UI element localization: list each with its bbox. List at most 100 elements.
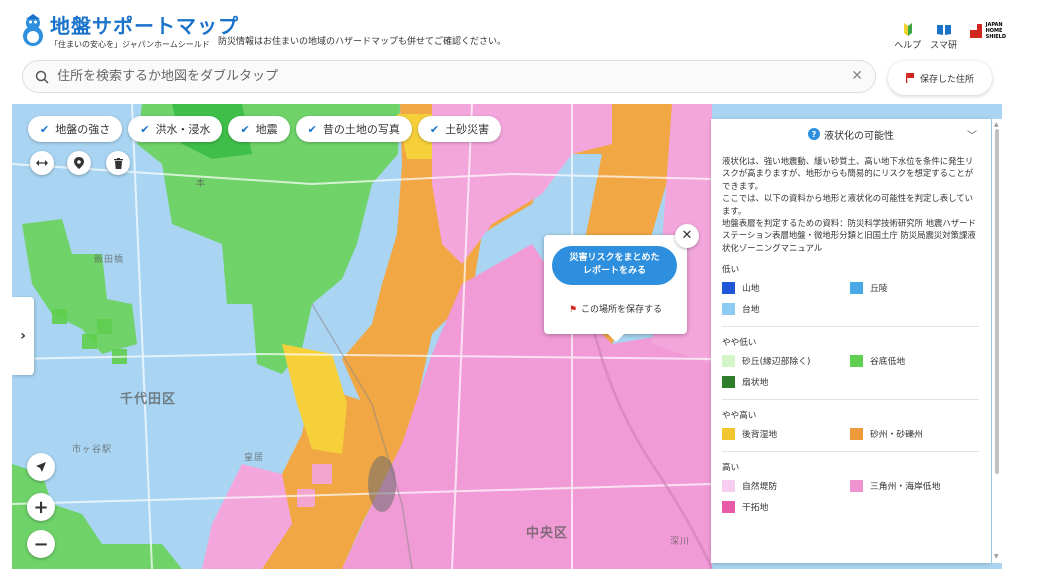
legend-swatch: [850, 354, 863, 367]
legend-scrollbar[interactable]: ▲ ▼: [992, 119, 1002, 563]
legend-item: 扇状地: [722, 375, 850, 388]
search-input[interactable]: [57, 69, 837, 84]
map-label-hon: 本: [196, 179, 207, 189]
legend-header[interactable]: ? 液状化の可能性 ﹀: [711, 119, 991, 149]
book-icon: [936, 22, 951, 36]
search-icon: [35, 70, 49, 84]
legend-swatch: [722, 302, 735, 315]
help-button[interactable]: ヘルプ: [894, 22, 922, 51]
app-title: 地盤サポートマップ: [50, 14, 239, 38]
mascot-icon: [20, 14, 46, 48]
legend-item: 谷底低地: [850, 354, 978, 367]
check-icon: ✔: [429, 122, 440, 136]
legend-item-label: 三角州・海岸低地: [870, 482, 941, 493]
chip-ground-strength[interactable]: ✔ 地盤の強さ: [28, 116, 123, 142]
legend-swatch: [722, 281, 735, 294]
legend-swatch: [722, 427, 735, 440]
help-label: ヘルプ: [894, 41, 922, 51]
legend-item-label: 山地: [742, 284, 760, 295]
legend-item-label: 後背湿地: [742, 430, 778, 441]
legend-item-label: 扇状地: [742, 378, 769, 389]
legend-group-title: 低い: [722, 265, 740, 276]
legend-item: 台地: [722, 302, 850, 315]
zoom-in-button[interactable]: +: [27, 493, 55, 521]
legend-item: 干拓地: [722, 500, 850, 513]
legend-group: 低い 山地 丘陵台地: [711, 263, 991, 328]
trash-icon: [113, 157, 123, 169]
popup-close-icon[interactable]: ✕: [675, 224, 699, 248]
check-icon: ✔: [240, 122, 250, 136]
measure-arrows-icon: [36, 160, 48, 166]
legend-description: 液状化は、強い地震動、緩い砂質土、高い地下水位を条件に発生リスクが高まりますが、…: [722, 156, 976, 253]
legend-group: やや低い砂丘(縁辺部除く) 谷底低地扇状地: [711, 336, 991, 401]
scroll-down-icon[interactable]: ▼: [994, 553, 999, 560]
jhs-logo[interactable]: JAPAN HOME SHIELD: [969, 22, 1006, 40]
sidebar-toggle-chevron-icon[interactable]: ›: [12, 297, 34, 375]
chip-flood[interactable]: ✔ 洪水・浸水: [128, 116, 223, 142]
zoom-out-button[interactable]: −: [27, 530, 55, 558]
measure-button[interactable]: [30, 151, 54, 175]
legend-swatch: [850, 479, 863, 492]
scroll-thumb[interactable]: [995, 129, 999, 474]
legend-swatch: [850, 427, 863, 440]
legend-item-label: 谷底低地: [870, 357, 906, 368]
legend-item: 丘陵: [850, 281, 978, 294]
search-bar[interactable]: ✕: [22, 60, 876, 93]
legend-title: 液状化の可能性: [824, 130, 894, 142]
question-icon: ?: [808, 128, 820, 140]
legend-item-label: 砂丘(縁辺部除く): [742, 357, 811, 368]
map-label-fukagawa: 深川: [670, 537, 691, 547]
smaken-button[interactable]: スマ研: [930, 22, 958, 51]
check-icon: ✔: [140, 122, 150, 136]
legend-divider: [722, 451, 979, 453]
map-label-chiyoda: 千代田区: [120, 392, 177, 407]
legend-swatch: [850, 281, 863, 294]
navigation-arrow-icon: [36, 462, 46, 472]
legend-swatch: [722, 375, 735, 388]
map-label-ichigaya: 市ヶ谷駅: [72, 445, 113, 455]
chip-label: 地震: [255, 123, 278, 136]
legend-group-title: 高い: [722, 463, 740, 474]
legend-item: 三角州・海岸低地: [850, 479, 978, 492]
chip-old-photos[interactable]: ✔ 昔の土地の写真: [295, 116, 412, 142]
location-pin-icon: [74, 157, 84, 169]
beginner-mark-icon: [903, 22, 913, 36]
legend-item: 後背湿地: [722, 427, 850, 440]
legend-swatch: [722, 479, 735, 492]
smaken-label: スマ研: [930, 41, 957, 51]
legend-item-label: 台地: [742, 305, 760, 316]
view-report-label: 災害リスクをまとめた レポートをみる: [569, 253, 660, 276]
chip-label: 昔の土地の写真: [322, 123, 400, 136]
chip-earthquake[interactable]: ✔ 地震: [228, 116, 290, 142]
layer-chips: ✔ 地盤の強さ ✔ 洪水・浸水 ✔ 地震 ✔ 昔の土地の写真 ✔ 土砂災害: [28, 116, 502, 142]
app-logo[interactable]: 地盤サポートマップ 「住まいの安心を」ジャパンホームシールド: [20, 14, 239, 50]
clear-search-icon[interactable]: ✕: [851, 68, 863, 84]
saved-addresses-button[interactable]: 保存した住所: [888, 61, 992, 95]
delete-button[interactable]: [106, 151, 130, 175]
view-report-button[interactable]: 災害リスクをまとめた レポートをみる: [552, 246, 677, 285]
minus-icon: −: [33, 533, 49, 555]
chip-landslide[interactable]: ✔ 土砂災害: [417, 116, 502, 142]
legend-item: 砂丘(縁辺部除く): [722, 354, 850, 367]
map-label-chuo: 中央区: [526, 526, 569, 541]
chip-label: 地盤の強さ: [55, 123, 111, 136]
app-subtitle: 「住まいの安心を」ジャパンホームシールド: [50, 40, 210, 49]
pin-button[interactable]: [67, 151, 91, 175]
legend-groups: 低い 山地 丘陵 台地 やや低い 砂丘(縁辺部除く) 谷底低地 扇状地 やや高い 後背湿地 砂州・砂…: [711, 263, 991, 513]
check-icon: ✔: [307, 122, 317, 136]
plus-icon: +: [33, 496, 49, 518]
location-popup: 災害リスクをまとめた レポートをみる ⚑ この場所を保存する: [544, 235, 687, 342]
legend-group-title: やや低い: [722, 338, 757, 349]
scroll-up-icon[interactable]: ▲: [994, 121, 999, 128]
save-location-link[interactable]: ⚑ この場所を保存する: [544, 302, 687, 315]
saved-addresses-label: 保存した住所: [919, 74, 974, 85]
legend-item-label: 丘陵: [870, 284, 888, 295]
current-location-button[interactable]: [27, 453, 55, 481]
header-tagline: 防災情報はお住まいの地域のハザードマップも併せてご確認ください。: [218, 37, 507, 47]
check-icon: ✔: [40, 122, 50, 136]
legend-item: 自然堤防: [722, 479, 850, 492]
legend-group: やや高い 後背湿地 砂州・砂礫州: [711, 409, 991, 453]
legend-swatch: [722, 500, 735, 513]
legend-item-label: 砂州・砂礫州: [870, 430, 923, 441]
collapse-chevron-icon[interactable]: ﹀: [967, 127, 977, 142]
